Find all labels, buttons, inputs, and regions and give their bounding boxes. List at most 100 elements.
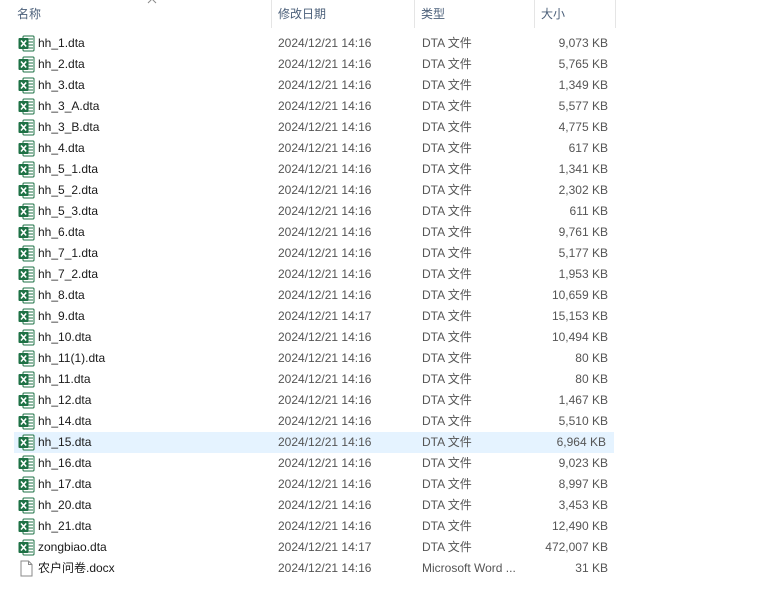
file-row[interactable]: hh_5_3.dta 2024/12/21 14:16 DTA 文件 611 KB bbox=[0, 201, 616, 222]
file-row[interactable]: hh_16.dta 2024/12/21 14:16 DTA 文件 9,023 KB bbox=[0, 453, 616, 474]
file-name: hh_6.dta bbox=[38, 225, 85, 239]
file-name: hh_9.dta bbox=[38, 309, 85, 323]
file-row[interactable]: hh_20.dta 2024/12/21 14:16 DTA 文件 3,453 KB bbox=[0, 495, 616, 516]
excel-file-icon bbox=[18, 35, 35, 52]
file-type: DTA 文件 bbox=[422, 267, 472, 281]
file-type: DTA 文件 bbox=[422, 477, 472, 491]
file-size: 2,302 KB bbox=[558, 183, 608, 197]
file-size: 611 KB bbox=[569, 204, 608, 218]
file-size: 472,007 KB bbox=[545, 540, 608, 554]
file-name: hh_4.dta bbox=[38, 141, 85, 155]
file-name: hh_11.dta bbox=[38, 372, 91, 386]
file-type: DTA 文件 bbox=[422, 225, 472, 239]
excel-file-icon bbox=[18, 119, 35, 136]
file-row[interactable]: hh_8.dta 2024/12/21 14:16 DTA 文件 10,659 KB bbox=[0, 285, 616, 306]
column-header-name[interactable]: 名称 bbox=[11, 0, 272, 28]
file-modified-date: 2024/12/21 14:16 bbox=[278, 204, 372, 218]
file-type: DTA 文件 bbox=[422, 498, 472, 512]
file-modified-date: 2024/12/21 14:16 bbox=[278, 330, 372, 344]
excel-file-icon bbox=[18, 56, 35, 73]
file-row[interactable]: hh_11.dta 2024/12/21 14:16 DTA 文件 80 KB bbox=[0, 369, 616, 390]
file-modified-date: 2024/12/21 14:16 bbox=[278, 372, 372, 386]
excel-file-icon bbox=[18, 203, 35, 220]
file-row[interactable]: hh_21.dta 2024/12/21 14:16 DTA 文件 12,490 KB bbox=[0, 516, 616, 537]
file-name: hh_3_B.dta bbox=[38, 120, 100, 134]
excel-file-icon bbox=[18, 98, 35, 115]
file-row[interactable]: hh_1.dta 2024/12/21 14:16 DTA 文件 9,073 KB bbox=[0, 33, 616, 54]
file-type: DTA 文件 bbox=[422, 351, 472, 365]
file-name: hh_7_1.dta bbox=[38, 246, 99, 260]
file-size: 5,177 KB bbox=[558, 246, 608, 260]
file-modified-date: 2024/12/21 14:16 bbox=[278, 477, 372, 491]
file-type: Microsoft Word ... bbox=[422, 561, 516, 575]
excel-file-icon bbox=[18, 266, 35, 283]
file-row[interactable]: hh_15.dta 2024/12/21 14:16 DTA 文件 6,964 KB bbox=[14, 432, 614, 453]
file-row[interactable]: hh_3_A.dta 2024/12/21 14:16 DTA 文件 5,577 KB bbox=[0, 96, 616, 117]
file-modified-date: 2024/12/21 14:16 bbox=[278, 78, 372, 92]
column-header-name-label: 名称 bbox=[17, 7, 42, 21]
file-type: DTA 文件 bbox=[422, 456, 472, 470]
file-row[interactable]: hh_5_1.dta 2024/12/21 14:16 DTA 文件 1,341 KB bbox=[0, 159, 616, 180]
file-row[interactable]: hh_10.dta 2024/12/21 14:16 DTA 文件 10,494 KB bbox=[0, 327, 616, 348]
file-row[interactable]: hh_14.dta 2024/12/21 14:16 DTA 文件 5,510 KB bbox=[0, 411, 616, 432]
file-type: DTA 文件 bbox=[422, 204, 472, 218]
file-type: DTA 文件 bbox=[422, 57, 472, 71]
file-row[interactable]: hh_7_2.dta 2024/12/21 14:16 DTA 文件 1,953 KB bbox=[0, 264, 616, 285]
file-name: hh_10.dta bbox=[38, 330, 92, 344]
file-modified-date: 2024/12/21 14:16 bbox=[278, 498, 372, 512]
file-type: DTA 文件 bbox=[422, 183, 472, 197]
file-modified-date: 2024/12/21 14:16 bbox=[278, 246, 372, 260]
file-modified-date: 2024/12/21 14:16 bbox=[278, 57, 372, 71]
file-type: DTA 文件 bbox=[422, 309, 472, 323]
file-size: 9,073 KB bbox=[558, 36, 608, 50]
file-type: DTA 文件 bbox=[422, 36, 472, 50]
file-name: hh_2.dta bbox=[38, 57, 85, 71]
file-row[interactable]: hh_11(1).dta 2024/12/21 14:16 DTA 文件 80 KB bbox=[0, 348, 616, 369]
file-size: 1,349 KB bbox=[558, 78, 608, 92]
file-size: 12,490 KB bbox=[551, 519, 608, 533]
file-size: 4,775 KB bbox=[558, 120, 608, 134]
file-row[interactable]: hh_17.dta 2024/12/21 14:16 DTA 文件 8,997 KB bbox=[0, 474, 616, 495]
file-row[interactable]: hh_3.dta 2024/12/21 14:16 DTA 文件 1,349 KB bbox=[0, 75, 616, 96]
file-row[interactable]: hh_4.dta 2024/12/21 14:16 DTA 文件 617 KB bbox=[0, 138, 616, 159]
excel-file-icon bbox=[18, 308, 35, 325]
file-row[interactable]: hh_3_B.dta 2024/12/21 14:16 DTA 文件 4,775 KB bbox=[0, 117, 616, 138]
file-size: 10,494 KB bbox=[551, 330, 608, 344]
file-modified-date: 2024/12/21 14:16 bbox=[278, 351, 372, 365]
file-row[interactable]: hh_5_2.dta 2024/12/21 14:16 DTA 文件 2,302 KB bbox=[0, 180, 616, 201]
file-modified-date: 2024/12/21 14:16 bbox=[278, 267, 372, 281]
file-name: hh_11(1).dta bbox=[38, 351, 106, 365]
column-header-type[interactable]: 类型 bbox=[415, 0, 535, 28]
file-name: hh_5_1.dta bbox=[38, 162, 99, 176]
file-modified-date: 2024/12/21 14:16 bbox=[278, 561, 372, 575]
file-row[interactable]: hh_9.dta 2024/12/21 14:17 DTA 文件 15,153 KB bbox=[0, 306, 616, 327]
file-row[interactable]: hh_6.dta 2024/12/21 14:16 DTA 文件 9,761 KB bbox=[0, 222, 616, 243]
file-modified-date: 2024/12/21 14:16 bbox=[278, 435, 372, 449]
file-row[interactable]: hh_2.dta 2024/12/21 14:16 DTA 文件 5,765 KB bbox=[0, 54, 616, 75]
file-size: 1,341 KB bbox=[558, 162, 608, 176]
column-header-size[interactable]: 大小 bbox=[535, 0, 616, 28]
file-modified-date: 2024/12/21 14:16 bbox=[278, 414, 372, 428]
file-modified-date: 2024/12/21 14:16 bbox=[278, 393, 372, 407]
file-size: 31 KB bbox=[575, 561, 608, 575]
file-name: hh_14.dta bbox=[38, 414, 92, 428]
file-type: DTA 文件 bbox=[422, 141, 472, 155]
excel-file-icon bbox=[18, 182, 35, 199]
excel-file-icon bbox=[18, 392, 35, 409]
file-size: 1,467 KB bbox=[558, 393, 608, 407]
file-modified-date: 2024/12/21 14:16 bbox=[278, 288, 372, 302]
file-row[interactable]: hh_7_1.dta 2024/12/21 14:16 DTA 文件 5,177 KB bbox=[0, 243, 616, 264]
file-size: 617 KB bbox=[568, 141, 608, 155]
file-row[interactable]: zongbiao.dta 2024/12/21 14:17 DTA 文件 472,00… bbox=[0, 537, 616, 558]
file-row[interactable]: 农户问卷.docx 2024/12/21 14:16 Microsoft Word … bbox=[0, 558, 616, 579]
excel-file-icon bbox=[18, 224, 35, 241]
column-header-date[interactable]: 修改日期 bbox=[272, 0, 415, 28]
column-header-size-label: 大小 bbox=[541, 7, 566, 21]
column-header-type-label: 类型 bbox=[421, 7, 446, 21]
file-size: 8,997 KB bbox=[558, 477, 608, 491]
file-size: 5,510 KB bbox=[558, 414, 608, 428]
file-type: DTA 文件 bbox=[422, 393, 472, 407]
excel-file-icon bbox=[18, 245, 35, 262]
file-row[interactable]: hh_12.dta 2024/12/21 14:16 DTA 文件 1,467 KB bbox=[0, 390, 616, 411]
file-modified-date: 2024/12/21 14:16 bbox=[278, 183, 372, 197]
